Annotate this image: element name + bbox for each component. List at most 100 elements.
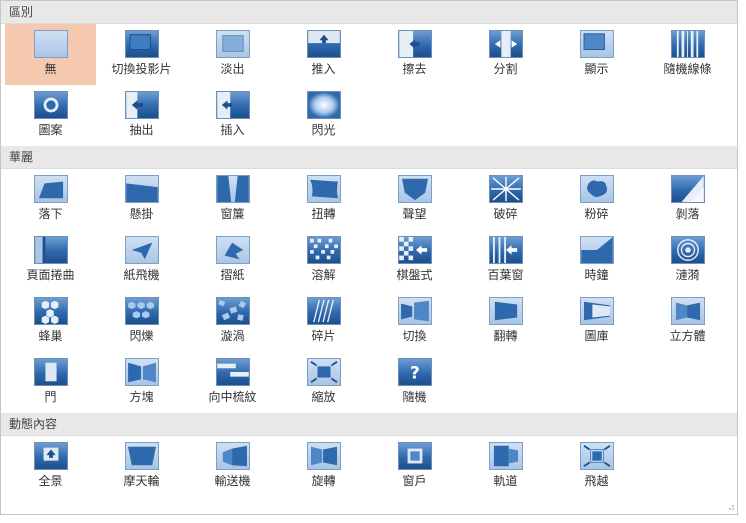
item-label: 軌道 <box>493 474 518 488</box>
transition-ferris-wheel[interactable]: 摩天輪 <box>96 436 187 497</box>
transition-doors[interactable]: 門 <box>5 352 96 413</box>
peel-off-icon <box>670 175 705 203</box>
transition-comb[interactable]: 向中梳紋 <box>187 352 278 413</box>
transition-flip[interactable]: 翻轉 <box>460 291 551 352</box>
item-label: 時鐘 <box>584 268 609 282</box>
window-icon <box>397 442 432 470</box>
random-icon: ? <box>397 358 432 386</box>
transition-glitter[interactable]: 閃爍 <box>96 291 187 352</box>
transition-random-bars[interactable]: 隨機線條 <box>642 24 733 85</box>
transition-origami[interactable]: 摺紙 <box>187 230 278 291</box>
resize-grip-icon[interactable] <box>728 504 734 510</box>
transition-fly-through[interactable]: 飛越 <box>551 436 642 497</box>
item-label: 門 <box>44 390 57 404</box>
item-label: 全景 <box>38 474 63 488</box>
transition-blinds[interactable]: 百葉窗 <box>460 230 551 291</box>
transition-prestige[interactable]: 聲望 <box>369 169 460 230</box>
item-label: 扭轉 <box>311 207 336 221</box>
transition-vortex[interactable]: 漩渦 <box>187 291 278 352</box>
item-label: 無 <box>44 62 57 76</box>
item-label: 剝落 <box>675 207 700 221</box>
uncover-icon <box>124 91 159 119</box>
transition-push[interactable]: 推入 <box>278 24 369 85</box>
transition-flash[interactable]: 閃光 <box>278 85 369 146</box>
transition-wipe[interactable]: 擦去 <box>369 24 460 85</box>
transition-cube[interactable]: 立方體 <box>642 291 733 352</box>
item-label: 切換投影片 <box>111 62 172 76</box>
item-label: 紙飛機 <box>123 268 160 282</box>
transition-wind[interactable]: 扭轉 <box>278 169 369 230</box>
item-label: 閃爍 <box>129 329 154 343</box>
transition-reveal[interactable]: 顯示 <box>551 24 642 85</box>
transition-box[interactable]: 方塊 <box>96 352 187 413</box>
section-dynamic-grid: 全景 摩天輪 輸送機 旋轉 窗戶 軌道 飛越 <box>1 436 737 497</box>
dissolve-icon <box>306 236 341 264</box>
drape-icon <box>124 175 159 203</box>
transition-fade[interactable]: 淡出 <box>187 24 278 85</box>
transition-none[interactable]: 無 <box>5 24 96 85</box>
transition-peel-off[interactable]: 剝落 <box>642 169 733 230</box>
transition-cut[interactable]: 切換投影片 <box>96 24 187 85</box>
cube-icon <box>670 297 705 325</box>
transition-drape[interactable]: 懸掛 <box>96 169 187 230</box>
item-label: 窗簾 <box>220 207 245 221</box>
split-icon <box>488 30 523 58</box>
crush-icon <box>579 175 614 203</box>
transition-shape[interactable]: 圖案 <box>5 85 96 146</box>
transition-rotate[interactable]: 旋轉 <box>278 436 369 497</box>
transition-honeycomb[interactable]: 蜂巢 <box>5 291 96 352</box>
wind-icon <box>306 175 341 203</box>
transition-zoom[interactable]: 縮放 <box>278 352 369 413</box>
item-label: 棋盤式 <box>396 268 433 282</box>
transition-gallery[interactable]: 圖庫 <box>551 291 642 352</box>
transition-random[interactable]: ? 隨機 <box>369 352 460 413</box>
item-label: 圖庫 <box>584 329 609 343</box>
transition-fall-over[interactable]: 落下 <box>5 169 96 230</box>
transition-ripple[interactable]: 漣漪 <box>642 230 733 291</box>
transition-window[interactable]: 窗戶 <box>369 436 460 497</box>
item-label: 方塊 <box>129 390 154 404</box>
section-header-dynamic-content: 動態內容 <box>1 413 737 436</box>
item-label: 溶解 <box>311 268 336 282</box>
item-label: 頁面捲曲 <box>26 268 75 282</box>
item-label: 旋轉 <box>311 474 336 488</box>
wipe-icon <box>397 30 432 58</box>
fly-through-icon <box>579 442 614 470</box>
vortex-icon <box>215 297 250 325</box>
rotate-icon <box>306 442 341 470</box>
item-label: 漩渦 <box>220 329 245 343</box>
transition-switch[interactable]: 切換 <box>369 291 460 352</box>
transition-orbit[interactable]: 軌道 <box>460 436 551 497</box>
transition-crush[interactable]: 粉碎 <box>551 169 642 230</box>
item-label: 摺紙 <box>220 268 245 282</box>
transition-conveyor[interactable]: 輸送機 <box>187 436 278 497</box>
transition-shred[interactable]: 碎片 <box>278 291 369 352</box>
transition-uncover[interactable]: 抽出 <box>96 85 187 146</box>
item-label: 翻轉 <box>493 329 518 343</box>
push-icon <box>306 30 341 58</box>
zoom-icon <box>306 358 341 386</box>
transition-pan[interactable]: 全景 <box>5 436 96 497</box>
transition-checkerboard[interactable]: 棋盤式 <box>369 230 460 291</box>
section-exciting-grid: 落下 懸掛 窗簾 扭轉 聲望 破碎 粉碎 剝落 頁面捲曲 紙飛機 摺紙 溶解 棋… <box>1 169 737 413</box>
item-label: 抽出 <box>129 123 154 137</box>
ripple-icon <box>670 236 705 264</box>
transition-airplane[interactable]: 紙飛機 <box>96 230 187 291</box>
page-curl-icon <box>33 236 68 264</box>
item-label: 向中梳紋 <box>208 390 257 404</box>
checkerboard-icon <box>397 236 432 264</box>
fade-icon <box>215 30 250 58</box>
transition-clock[interactable]: 時鐘 <box>551 230 642 291</box>
item-label: 粉碎 <box>584 207 609 221</box>
section-header-subtle: 區別 <box>1 1 737 24</box>
transition-split[interactable]: 分割 <box>460 24 551 85</box>
item-label: 顯示 <box>584 62 609 76</box>
item-label: 落下 <box>38 207 63 221</box>
transition-page-curl[interactable]: 頁面捲曲 <box>5 230 96 291</box>
transition-curtains[interactable]: 窗簾 <box>187 169 278 230</box>
item-label: 懸掛 <box>129 207 154 221</box>
transition-cover[interactable]: 插入 <box>187 85 278 146</box>
transition-fracture[interactable]: 破碎 <box>460 169 551 230</box>
transition-dissolve[interactable]: 溶解 <box>278 230 369 291</box>
airplane-icon <box>124 236 159 264</box>
